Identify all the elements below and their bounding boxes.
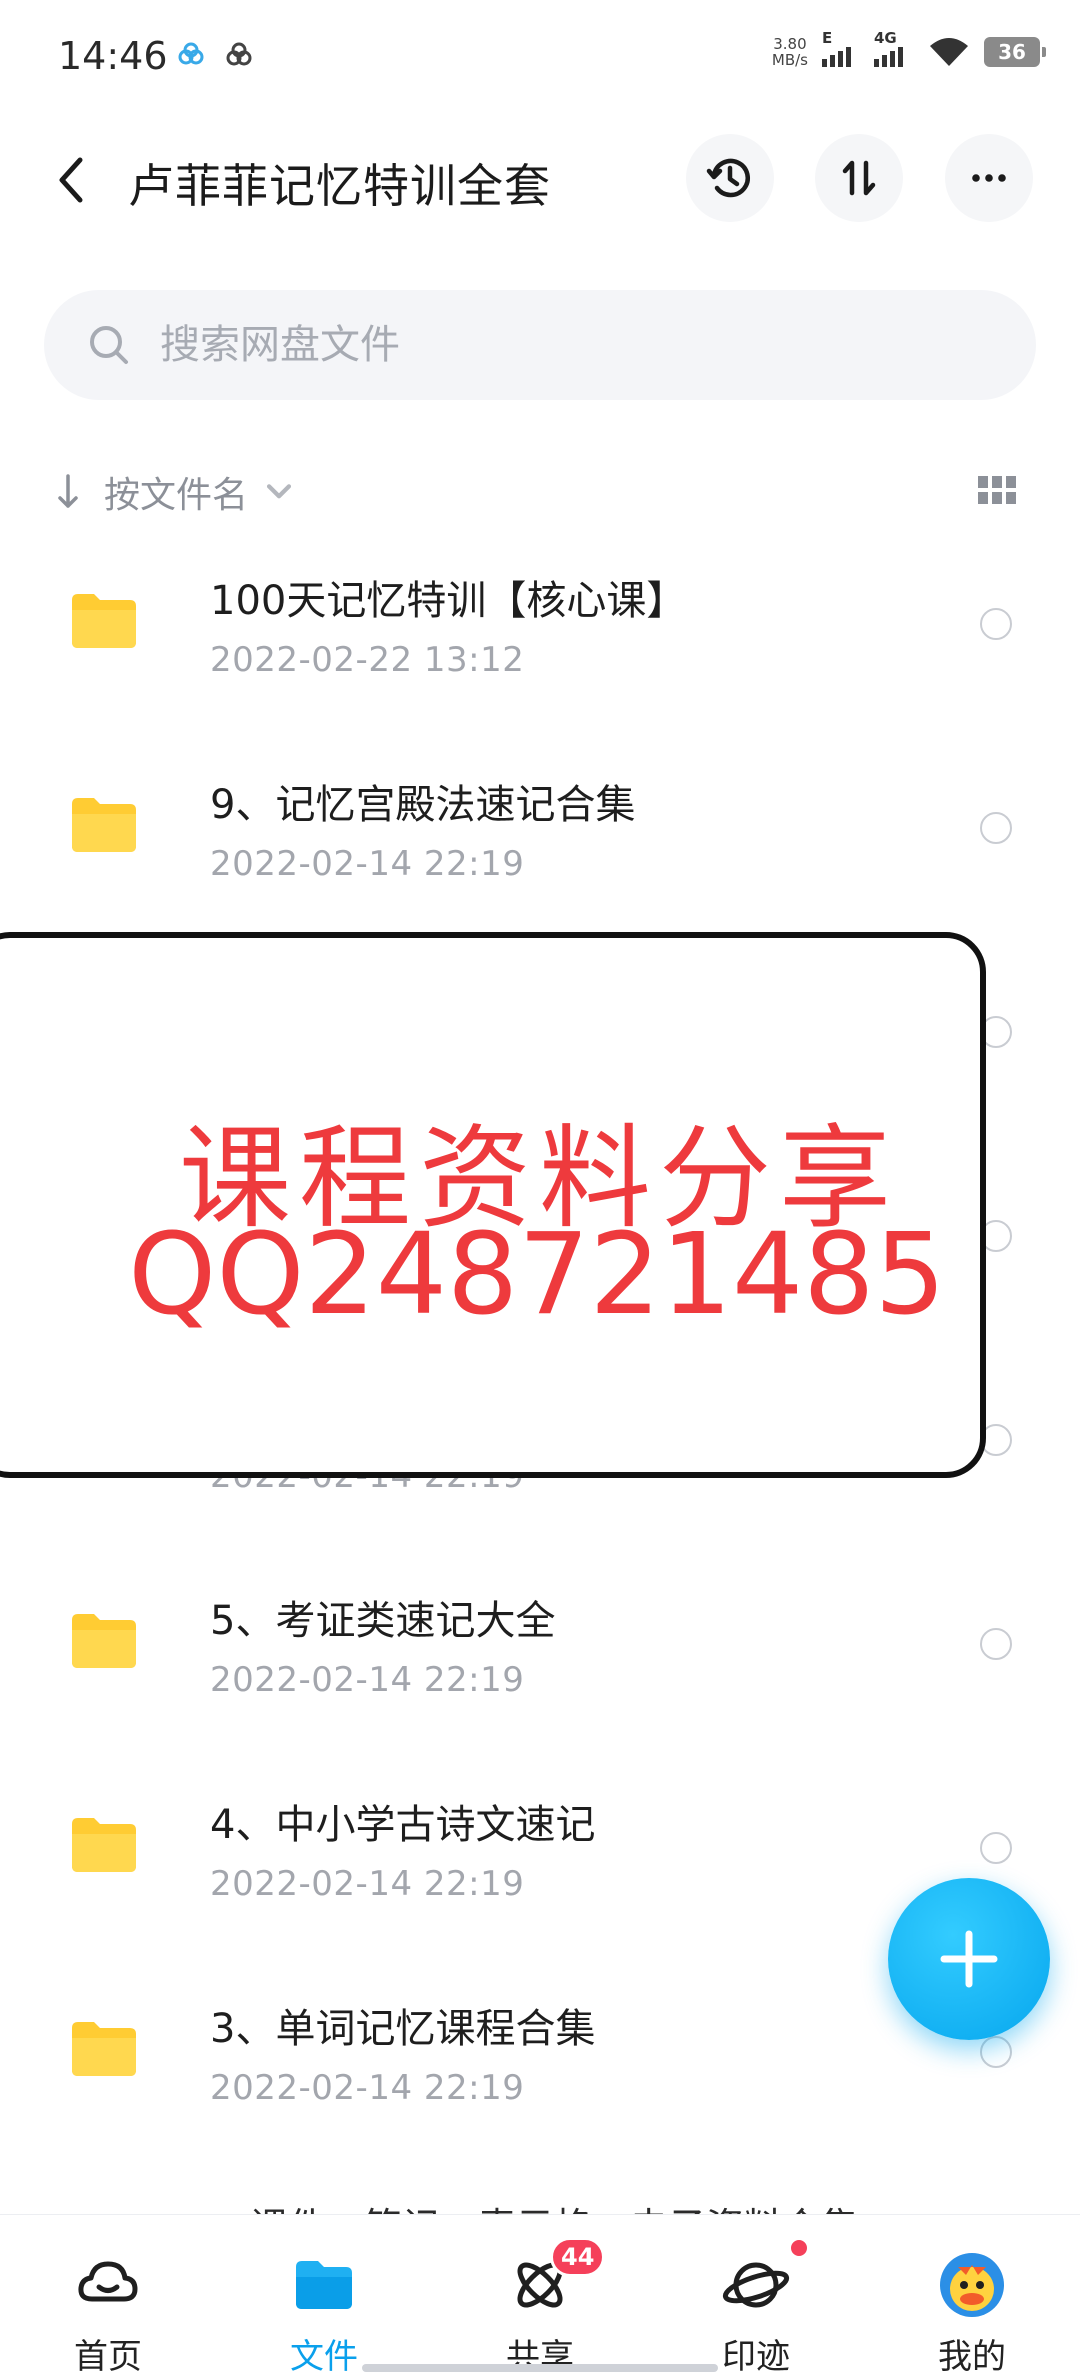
file-name: 100天记忆特训【核心课】 [210, 578, 687, 624]
select-checkbox[interactable] [980, 812, 1012, 844]
nav-home[interactable]: 首页 [18, 2215, 198, 2376]
folder-icon [296, 2261, 352, 2309]
sort-arrow-down-icon [58, 474, 78, 508]
search-bar[interactable] [44, 290, 1036, 400]
watermark-overlay: 课程资料分享 QQ248721485 [0, 932, 986, 1478]
transfer-button[interactable] [815, 134, 903, 222]
app-header: 卢菲菲记忆特训全套 [0, 128, 1080, 232]
chevron-down-icon [266, 484, 292, 499]
select-checkbox[interactable] [980, 1628, 1012, 1660]
network-speed-unit: MB/s [771, 51, 808, 69]
add-fab-button[interactable] [888, 1878, 1050, 2040]
cloud-home-icon [78, 2261, 138, 2302]
file-name: 9、记忆宫殿法速记合集 [210, 782, 636, 828]
share-badge: 44 [550, 2237, 606, 2277]
avatar-icon [940, 2253, 1004, 2317]
folder-icon [72, 1614, 136, 1668]
folder-icon [72, 594, 136, 648]
sim1-label: E [822, 29, 833, 47]
folder-icon [72, 798, 136, 852]
nav-me[interactable]: 我的 [882, 2215, 1062, 2376]
sim2-label: 4G [874, 29, 897, 47]
history-clock-icon [706, 158, 750, 198]
status-time: 14:46 [58, 34, 168, 78]
plus-icon [940, 1930, 998, 1988]
status-right: 3.80 MB/s E 4G 36 [772, 29, 1046, 68]
nav-me-label: 我的 [938, 2337, 1006, 2376]
nav-trace[interactable]: 印迹 [666, 2215, 846, 2376]
network-speed: 3.80 MB/s [772, 36, 808, 68]
list-item[interactable]: 5、考证类速记大全 2022-02-14 22:19 [0, 1556, 1080, 1760]
app-notification-icon [226, 42, 252, 66]
grid-view-icon[interactable] [978, 476, 1016, 506]
search-input[interactable] [160, 322, 960, 368]
home-indicator [362, 2364, 718, 2372]
sort-by-name-button[interactable]: 按文件名 [56, 466, 296, 518]
file-date: 2022-02-14 22:19 [210, 1864, 525, 1904]
file-name: 5、考证类速记大全 [210, 1598, 556, 1644]
more-button[interactable] [945, 134, 1033, 222]
nav-share[interactable]: 44 共享 [450, 2215, 630, 2376]
folder-icon [72, 2022, 136, 2076]
select-checkbox[interactable] [980, 608, 1012, 640]
bottom-nav: 首页 文件 44 共享 印迹 我的 [0, 2214, 1080, 2376]
transfer-arrows-icon [842, 160, 876, 196]
trace-dot-badge [788, 2237, 810, 2259]
status-app-icons [176, 40, 254, 70]
baidu-cloud-icon [178, 42, 204, 65]
sort-label: 按文件名 [104, 475, 249, 516]
planet-icon [722, 2262, 790, 2308]
folder-icon [72, 1818, 136, 1872]
signal-sim1-icon: E [822, 29, 860, 67]
status-bar: 14:46 3.80 MB/s E 4G 36 [0, 0, 1080, 116]
file-date: 2022-02-14 22:19 [210, 844, 525, 884]
search-icon [90, 326, 128, 364]
network-speed-value: 3.80 [773, 35, 807, 53]
list-item[interactable]: 9、记忆宫殿法速记合集 2022-02-14 22:19 [0, 740, 1080, 944]
history-button[interactable] [686, 134, 774, 222]
sort-bar: 按文件名 [0, 460, 1080, 526]
file-name: 4、中小学古诗文速记 [210, 1802, 596, 1848]
page-title: 卢菲菲记忆特训全套 [128, 159, 551, 213]
battery-icon: 36 [984, 37, 1046, 67]
wifi-icon [930, 38, 968, 66]
file-date: 2022-02-14 22:19 [210, 2068, 525, 2108]
select-checkbox[interactable] [980, 1832, 1012, 1864]
file-date: 2022-02-22 13:12 [210, 640, 525, 680]
select-checkbox[interactable] [980, 2036, 1012, 2068]
back-arrow-icon[interactable] [52, 154, 92, 206]
more-dots-icon [972, 174, 1006, 182]
nav-files[interactable]: 文件 [234, 2215, 414, 2376]
watermark-line2: QQ248721485 [128, 1210, 946, 1340]
file-name: 3、单词记忆课程合集 [210, 2006, 596, 2052]
file-date: 2022-02-14 22:19 [210, 1660, 525, 1700]
signal-sim2-icon: 4G [874, 29, 914, 67]
list-item[interactable]: 100天记忆特训【核心课】 2022-02-22 13:12 [0, 536, 1080, 740]
nav-home-label: 首页 [74, 2337, 142, 2376]
